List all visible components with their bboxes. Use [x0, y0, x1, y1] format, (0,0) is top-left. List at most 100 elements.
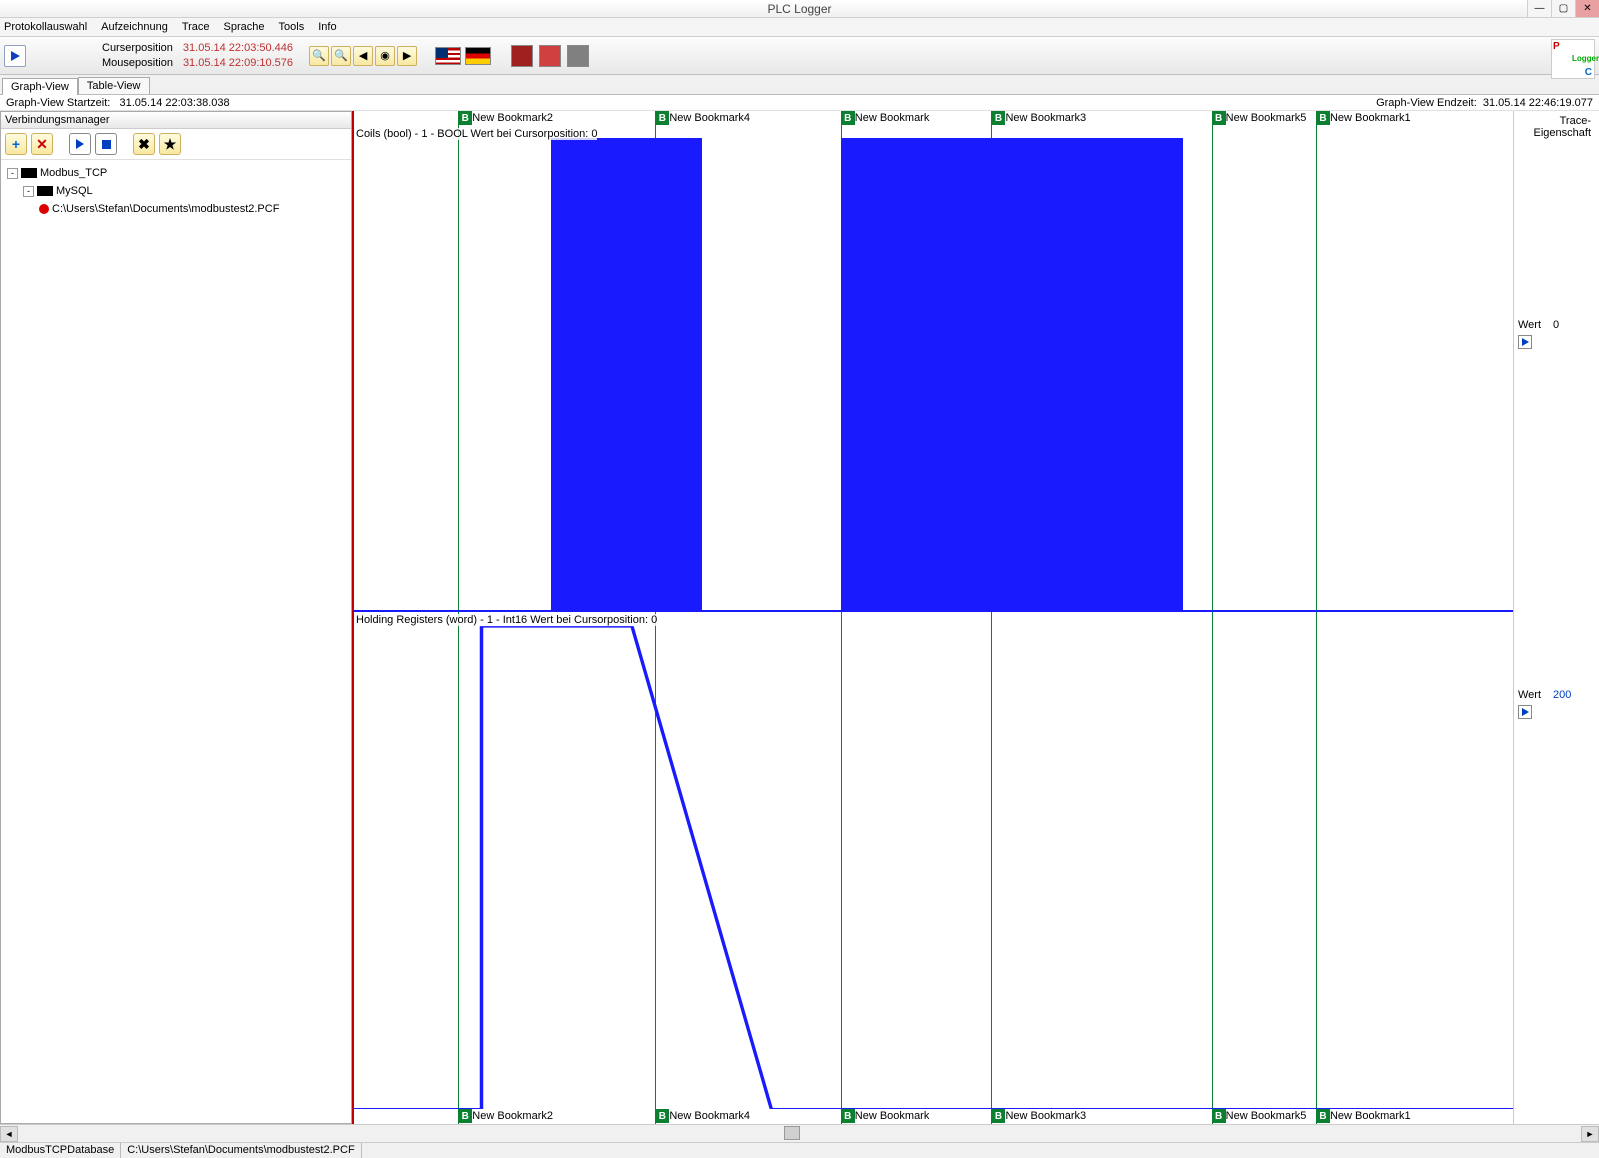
bookmark-icon: B [458, 111, 472, 125]
record-icon [39, 204, 49, 214]
bookmark-label: New Bookmark2 [472, 1110, 553, 1122]
stop-icon [102, 140, 111, 149]
title-bar: PLC Logger — ▢ ✕ [0, 0, 1599, 18]
bookmark-label: New Bookmark5 [1226, 1110, 1307, 1122]
expand-icon[interactable]: - [23, 186, 34, 197]
bookmark-marker[interactable]: BNew Bookmark4 [655, 1109, 750, 1123]
zoom-out-icon[interactable]: 🔍 [331, 46, 351, 66]
bookmark-marker[interactable]: BNew Bookmark1 [1316, 111, 1411, 125]
bookmark-marker[interactable]: BNew Bookmark5 [1212, 1109, 1307, 1123]
scroll-left-button[interactable]: ◄ [0, 1126, 18, 1142]
delete-button[interactable]: ✕ [31, 133, 53, 155]
nav-forward-icon[interactable]: ▶ [397, 46, 417, 66]
bookmark-icon: B [655, 1109, 669, 1123]
bookmark-marker[interactable]: BNew Bookmark2 [458, 111, 553, 125]
toolbar: Curserposition31.05.14 22:03:50.446 Mous… [0, 37, 1599, 75]
minimize-button[interactable]: — [1527, 0, 1551, 17]
panel-title: Trace-Eigenschaft [1518, 115, 1595, 139]
bookmark-marker[interactable]: BNew Bookmark5 [1212, 111, 1307, 125]
bookmark-label: New Bookmark3 [1005, 112, 1086, 124]
add-button[interactable]: + [5, 133, 27, 155]
flag-us-icon[interactable] [435, 47, 461, 65]
zoom-in-icon[interactable]: 🔍 [309, 46, 329, 66]
bookmark-marker[interactable]: BNew Bookmark3 [991, 1109, 1086, 1123]
properties-panel: Trace-Eigenschaft Wert0 Wert200 [1513, 111, 1599, 1124]
scroll-right-button[interactable]: ► [1581, 1126, 1599, 1142]
tree-node-file[interactable]: C:\Users\Stefan\Documents\modbustest2.PC… [39, 200, 345, 218]
start-time-label: Graph-View Startzeit: [6, 97, 110, 109]
bookmark-icon: B [841, 1109, 855, 1123]
bookmark-icon: B [1316, 111, 1330, 125]
scroll-thumb[interactable] [784, 1126, 800, 1140]
scroll-track[interactable] [18, 1126, 1581, 1142]
play-icon [76, 139, 84, 149]
bookmark-icon: B [1212, 111, 1226, 125]
menu-tools[interactable]: Tools [279, 21, 305, 33]
status-db: ModbusTCPDatabase [0, 1143, 121, 1158]
bookmark-label: New Bookmark4 [669, 112, 750, 124]
status-bar: ModbusTCPDatabase C:\Users\Stefan\Docume… [0, 1142, 1599, 1158]
sidebar: Verbindungsmanager + ✕ ✖ ★ -Modbus_TCP -… [0, 111, 352, 1124]
tree-label: C:\Users\Stefan\Documents\modbustest2.PC… [52, 200, 279, 218]
flag-de-icon[interactable] [465, 47, 491, 65]
bookmark-marker[interactable]: BNew Bookmark1 [1316, 1109, 1411, 1123]
play-button[interactable] [4, 45, 26, 67]
play-icon [11, 51, 20, 61]
bookmark-row-top: BNew Bookmark2BNew Bookmark4BNew Bookmar… [354, 111, 1513, 126]
position-info: Curserposition31.05.14 22:03:50.446 Mous… [102, 41, 293, 71]
color-dark-red[interactable] [511, 45, 533, 67]
tree-node-mysql[interactable]: -MySQL [23, 182, 345, 200]
plot-area[interactable]: BNew Bookmark2BNew Bookmark4BNew Bookmar… [352, 111, 1513, 1124]
tool-a-button[interactable]: ✖ [133, 133, 155, 155]
trace-play-button[interactable] [1518, 335, 1532, 349]
sidebar-title: Verbindungsmanager [1, 112, 351, 129]
app-title: PLC Logger [767, 2, 831, 16]
bookmark-marker[interactable]: BNew Bookmark2 [458, 1109, 553, 1123]
menu-info[interactable]: Info [318, 21, 336, 33]
expand-icon[interactable]: - [7, 168, 18, 179]
tab-row: Graph-View Table-View [0, 75, 1599, 95]
nav-back-icon[interactable]: ◀ [353, 46, 373, 66]
menu-trace[interactable]: Trace [182, 21, 210, 33]
tab-table-view[interactable]: Table-View [78, 77, 150, 94]
stop-button[interactable] [95, 133, 117, 155]
color-gray[interactable] [567, 45, 589, 67]
horizontal-scrollbar[interactable]: ◄ ► [0, 1124, 1599, 1142]
bookmark-marker[interactable]: BNew Bookmark4 [655, 111, 750, 125]
tab-graph-view[interactable]: Graph-View [2, 78, 78, 95]
bookmark-label: New Bookmark [855, 1110, 930, 1122]
menu-sprache[interactable]: Sprache [224, 21, 265, 33]
start-button[interactable] [69, 133, 91, 155]
bookmark-icon: B [1316, 1109, 1330, 1123]
chart-title: Holding Registers (word) - 1 - Int16 Wer… [356, 614, 657, 626]
tool-b-button[interactable]: ★ [159, 133, 181, 155]
bookmark-icon: B [458, 1109, 472, 1123]
connection-tree[interactable]: -Modbus_TCP -MySQL C:\Users\Stefan\Docum… [1, 160, 351, 222]
menu-aufzeichnung[interactable]: Aufzeichnung [101, 21, 168, 33]
db-icon [37, 186, 53, 196]
bookmark-marker[interactable]: BNew Bookmark [841, 1109, 930, 1123]
value-1: 0 [1553, 319, 1559, 331]
bookmark-label: New Bookmark5 [1226, 112, 1307, 124]
value-label: Wert [1518, 689, 1541, 701]
bookmark-marker[interactable]: BNew Bookmark [841, 111, 930, 125]
bookmark-label: New Bookmark2 [472, 112, 553, 124]
mouse-pos-label: Mouseposition [102, 56, 173, 71]
bookmark-icon: B [841, 111, 855, 125]
tree-node-modbus[interactable]: - Modbus_TCP [7, 164, 345, 182]
menu-protokoll[interactable]: Protokollauswahl [4, 21, 87, 33]
tree-label: Modbus_TCP [40, 164, 107, 182]
close-button[interactable]: ✕ [1575, 0, 1599, 17]
bookmark-row-bottom: BNew Bookmark2BNew Bookmark4BNew Bookmar… [354, 1109, 1513, 1124]
trace-play-button[interactable] [1518, 705, 1532, 719]
color-red[interactable] [539, 45, 561, 67]
bookmark-label: New Bookmark3 [1005, 1110, 1086, 1122]
nav-target-icon[interactable]: ◉ [375, 46, 395, 66]
bookmark-icon: B [991, 111, 1005, 125]
maximize-button[interactable]: ▢ [1551, 0, 1575, 17]
menu-bar: Protokollauswahl Aufzeichnung Trace Spra… [0, 18, 1599, 37]
bookmark-marker[interactable]: BNew Bookmark3 [991, 111, 1086, 125]
time-info-row: Graph-View Startzeit: 31.05.14 22:03:38.… [0, 95, 1599, 111]
play-icon [1522, 338, 1529, 346]
device-icon [21, 168, 37, 178]
